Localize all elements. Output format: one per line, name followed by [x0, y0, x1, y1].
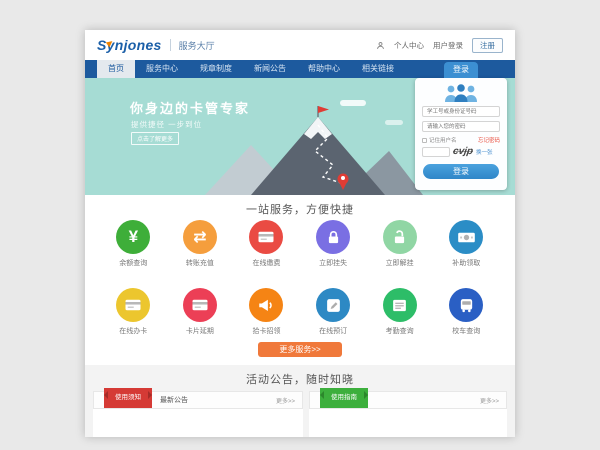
notice-panel-body: [93, 409, 303, 437]
hero-title: 你身边的卡管专家: [130, 98, 250, 117]
service-subsidy-collect[interactable]: 补助领取: [433, 220, 500, 268]
unlock-icon: [391, 229, 408, 246]
guide-panel-body: [309, 409, 507, 437]
card-icon: [124, 296, 142, 314]
login-tab[interactable]: 登录: [444, 62, 478, 78]
notice-more-link[interactable]: 更多>>: [276, 396, 295, 405]
services-section: 一站服务，方便快捷 ¥ 余额查询 ⇄ 转账充值 在线缴费 立即挂失: [85, 195, 515, 365]
login-submit-button[interactable]: 登录: [423, 164, 499, 179]
more-services-button[interactable]: 更多服务>>: [258, 342, 342, 357]
service-found-card-claim[interactable]: 拾卡招领: [233, 288, 300, 336]
service-online-booking[interactable]: 在线预订: [300, 288, 367, 336]
usage-guide-ribbon[interactable]: 使用指南: [320, 388, 368, 408]
service-online-card-apply[interactable]: 在线办卡: [100, 288, 167, 336]
captcha-row: cvjp 换一张: [422, 146, 500, 157]
logo-text: Synjones: [97, 37, 162, 53]
username-input[interactable]: [422, 106, 500, 117]
services-row-2: 在线办卡 卡片延期 拾卡招领 在线预订: [100, 288, 500, 336]
yen-icon: ¥: [129, 227, 138, 247]
service-card-extension[interactable]: 卡片延期: [167, 288, 234, 336]
logo-divider: [170, 39, 171, 51]
header-link-user-login[interactable]: 用户登录: [433, 40, 463, 51]
guide-panel-header: 使用指南 更多>>: [309, 391, 507, 409]
logo[interactable]: Synjones 服务大厅: [97, 37, 215, 53]
register-button[interactable]: 注册: [472, 38, 503, 53]
remember-label: 记住用户名: [429, 136, 457, 144]
user-icon: [376, 41, 385, 50]
password-input[interactable]: [422, 121, 500, 132]
list-icon: [391, 297, 408, 314]
captcha-refresh-link[interactable]: 换一张: [476, 148, 493, 156]
site-name: 服务大厅: [179, 39, 215, 52]
webpage: Synjones 服务大厅 个人中心 用户登录 注册 首页 服务中心 规章制度 …: [85, 30, 515, 437]
service-balance-inquiry[interactable]: ¥ 余额查询: [100, 220, 167, 268]
usage-notice-ribbon[interactable]: 使用须知: [104, 388, 152, 408]
megaphone-icon: [257, 296, 275, 314]
bus-icon: [458, 297, 475, 314]
guide-more-link[interactable]: 更多>>: [480, 396, 499, 405]
service-report-loss[interactable]: 立即挂失: [300, 220, 367, 268]
lock-icon: [325, 229, 342, 246]
nav-item-home[interactable]: 首页: [97, 60, 135, 78]
remember-row: 记住用户名 忘记密码: [422, 136, 500, 144]
service-online-payment[interactable]: 在线缴费: [233, 220, 300, 268]
service-attendance-inquiry[interactable]: 考勤查询: [366, 288, 433, 336]
users-icon: [441, 83, 481, 103]
services-row-1: ¥ 余额查询 ⇄ 转账充值 在线缴费 立即挂失: [100, 220, 500, 268]
captcha-image[interactable]: cvjp: [452, 146, 474, 157]
hero-cta-button[interactable]: 点击了解更多: [131, 132, 179, 145]
nav-item-help-center[interactable]: 帮助中心: [297, 60, 351, 78]
services-title: 一站服务，方便快捷: [85, 201, 515, 217]
edit-icon: [325, 297, 342, 314]
card-icon: [257, 228, 275, 246]
captcha-input[interactable]: [422, 147, 450, 157]
card-icon: [191, 296, 209, 314]
announcements-section: 活动公告，随时知晓 使用须知 最新公告 更多>> 使用指南 更多>>: [85, 365, 515, 437]
hero-subtitle: 提供捷径 一步到位: [131, 119, 202, 130]
header-link-personal-center[interactable]: 个人中心: [394, 40, 424, 51]
nav-item-service-center[interactable]: 服务中心: [135, 60, 189, 78]
banknote-icon: [457, 228, 476, 247]
service-school-bus-inquiry[interactable]: 校车查询: [433, 288, 500, 336]
forgot-password-link[interactable]: 忘记密码: [478, 136, 500, 144]
nav-item-news[interactable]: 新闻公告: [243, 60, 297, 78]
login-panel: 登录 记住用户名 忘记密码 cvjp 换一张 登录: [415, 78, 507, 190]
notice-panel-header: 使用须知 最新公告 更多>>: [93, 391, 303, 409]
remember-checkbox[interactable]: [422, 138, 427, 143]
transfer-icon: ⇄: [193, 227, 206, 247]
announcements-title: 活动公告，随时知晓: [85, 371, 515, 387]
service-transfer-recharge[interactable]: ⇄ 转账充值: [167, 220, 234, 268]
header-links: 个人中心 用户登录 注册: [376, 38, 503, 53]
latest-announcements-tab[interactable]: 最新公告: [160, 395, 188, 405]
nav-item-rules[interactable]: 规章制度: [189, 60, 243, 78]
site-header: Synjones 服务大厅 个人中心 用户登录 注册: [85, 30, 515, 60]
nav-item-links[interactable]: 相关链接: [351, 60, 405, 78]
service-release-loss[interactable]: 立即解挂: [366, 220, 433, 268]
desktop-backdrop: Synjones 服务大厅 个人中心 用户登录 注册 首页 服务中心 规章制度 …: [0, 0, 600, 450]
